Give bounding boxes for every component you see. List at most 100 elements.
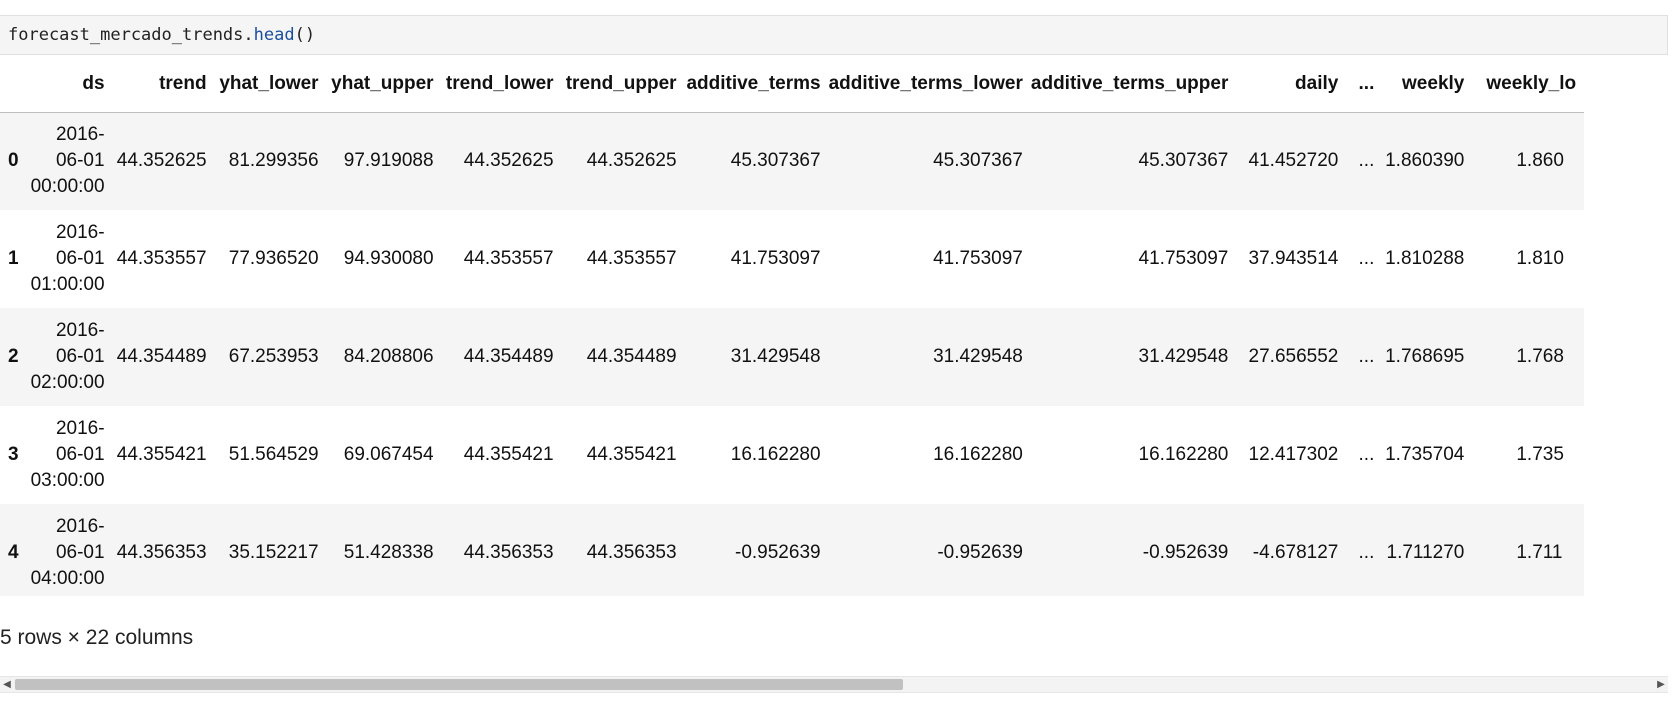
row-index: 4 [8, 542, 19, 563]
table-cell: 37.943514 [1248, 248, 1339, 269]
table-cell: 1.735704 [1385, 444, 1465, 465]
code-object: forecast_mercado_trends. [8, 25, 254, 45]
header-row: ds trend yhat_lower yhat_upper trend_low… [0, 56, 1585, 113]
dataframe-summary: 5 rows × 22 columns [0, 626, 194, 649]
horizontal-scrollbar[interactable]: ◀ ▶ [0, 676, 1668, 693]
code-method: head [253, 25, 295, 45]
ellipsis-cell: ... [1358, 542, 1375, 563]
table-cell: 44.355421 [463, 444, 554, 465]
table-cell: 35.152217 [228, 542, 319, 563]
table-cell: 41.452720 [1248, 150, 1339, 172]
table-cell: 1.810 [1516, 248, 1564, 269]
table-cell: 41.753097 [933, 248, 1023, 269]
table-cell: 41.753097 [730, 248, 821, 269]
table-cell: 44.356353 [463, 542, 554, 563]
table-cell: 31.429548 [933, 346, 1023, 367]
column-header: ... [1346, 56, 1383, 113]
table-cell: 44.352625 [116, 150, 207, 172]
ds-cell: 2016- 06-01 04:00:00 [30, 516, 105, 589]
table-cell: 44.352625 [463, 150, 554, 172]
column-header: trend_upper [561, 56, 685, 113]
table-cell: 94.930080 [343, 248, 434, 269]
index-header [0, 56, 27, 113]
column-header: yhat_upper [326, 56, 442, 113]
column-header: weekly_lo [1472, 56, 1585, 113]
table-row: 2 2016- 06-01 02:00:00 44.354489 67.253953… [0, 308, 1585, 406]
table-cell: -0.952639 [1142, 542, 1229, 563]
table-cell: -0.952639 [937, 542, 1023, 563]
table-cell: 44.356353 [116, 542, 207, 563]
scroll-right-icon[interactable]: ▶ [1654, 677, 1668, 692]
table-cell: 45.307367 [933, 150, 1023, 172]
table-cell: 77.936520 [228, 248, 319, 269]
table-cell: -4.678127 [1252, 542, 1339, 563]
dataframe-table: ds trend yhat_lower yhat_upper trend_low… [0, 56, 1585, 596]
table-cell: 67.253953 [228, 346, 319, 367]
table-cell: 1.711 [1516, 542, 1563, 563]
column-header: weekly [1382, 56, 1473, 113]
dataframe-viewport: ds trend yhat_lower yhat_upper trend_low… [0, 56, 1668, 596]
column-header: trend_lower [441, 56, 562, 113]
table-cell: 1.768695 [1385, 346, 1465, 367]
column-header: yhat_lower [214, 56, 327, 113]
table-cell: 44.353557 [586, 248, 677, 269]
table-cell: 69.067454 [343, 444, 434, 465]
code-call-parens: () [294, 25, 316, 45]
table-cell: 51.428338 [343, 542, 434, 563]
table-cell: 41.753097 [1138, 248, 1229, 269]
ds-cell: 2016- 06-01 00:00:00 [30, 124, 105, 198]
table-cell: 51.564529 [228, 444, 319, 465]
table-cell: 45.307367 [730, 150, 821, 172]
table-cell: 1.735 [1516, 444, 1564, 465]
table-cell: 84.208806 [343, 346, 434, 367]
table-row: 0 2016- 06-01 00:00:00 44.352625 81.299356… [0, 112, 1585, 210]
row-index: 3 [8, 444, 19, 465]
table-row: 4 2016- 06-01 04:00:00 44.356353 35.152217… [0, 504, 1585, 596]
ellipsis-cell: ... [1358, 248, 1375, 269]
table-cell: 31.429548 [730, 346, 821, 367]
table-cell: 16.162280 [1138, 444, 1229, 465]
table-cell: 44.355421 [586, 444, 677, 465]
column-header: ds [26, 56, 113, 113]
ds-cell: 2016- 06-01 03:00:00 [30, 418, 105, 491]
code-cell[interactable]: forecast_mercado_trends.head() [0, 15, 1668, 55]
ds-cell: 2016- 06-01 01:00:00 [30, 222, 105, 295]
table-cell: 31.429548 [1138, 346, 1229, 367]
table-cell: 44.354489 [116, 346, 207, 367]
table-cell: 27.656552 [1248, 346, 1339, 367]
table-cell: 44.355421 [116, 444, 207, 465]
ellipsis-cell: ... [1358, 444, 1375, 465]
table-row: 1 2016- 06-01 01:00:00 44.353557 77.936520… [0, 210, 1585, 308]
table-cell: 44.354489 [463, 346, 554, 367]
table-cell: 1.860 [1516, 150, 1564, 172]
scroll-left-icon[interactable]: ◀ [0, 677, 14, 692]
table-cell: 12.417302 [1248, 444, 1339, 465]
table-cell: -0.952639 [735, 542, 821, 563]
row-index: 2 [8, 346, 19, 367]
column-header: additive_terms_upper [1030, 56, 1237, 113]
scrollbar-thumb[interactable] [15, 679, 903, 690]
column-header: additive_terms [684, 56, 829, 113]
table-cell: 44.352625 [586, 150, 677, 172]
table-cell: 1.768 [1516, 346, 1564, 367]
table-cell: 16.162280 [933, 444, 1023, 465]
table-cell: 81.299356 [228, 150, 319, 172]
ds-cell: 2016- 06-01 02:00:00 [30, 320, 105, 393]
table-cell: 44.354489 [586, 346, 677, 367]
table-cell: 44.353557 [463, 248, 554, 269]
table-cell: 44.353557 [116, 248, 207, 269]
table-row: 3 2016- 06-01 03:00:00 44.355421 51.564529… [0, 406, 1585, 504]
table-cell: 97.919088 [343, 150, 434, 172]
row-index: 0 [8, 150, 19, 172]
column-header: additive_terms_lower [828, 56, 1031, 113]
table-cell: 44.356353 [586, 542, 677, 563]
output-area: ds trend yhat_lower yhat_upper trend_low… [0, 56, 1668, 676]
ellipsis-cell: ... [1358, 346, 1375, 367]
table-cell: 1.711270 [1386, 542, 1465, 563]
table-cell: 1.860390 [1385, 150, 1465, 172]
column-header: trend [112, 56, 215, 113]
row-index: 1 [8, 248, 19, 269]
table-cell: 1.810288 [1385, 248, 1465, 269]
table-cell: 45.307367 [1138, 150, 1229, 172]
column-header: daily [1236, 56, 1347, 113]
